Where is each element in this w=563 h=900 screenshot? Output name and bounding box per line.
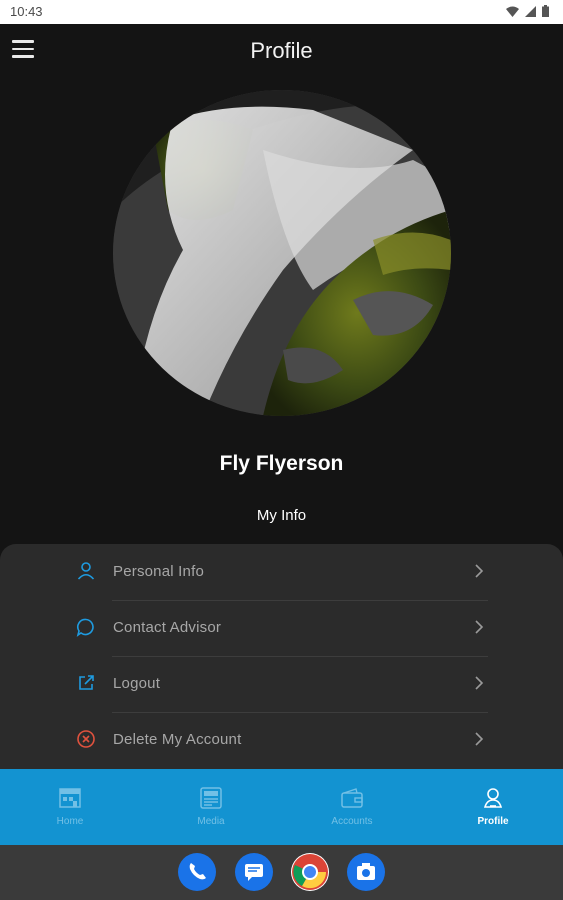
top-app-bar: Profile — [0, 24, 563, 80]
cancel-circle-icon — [77, 730, 95, 748]
menu-item-label: Logout — [113, 675, 161, 692]
home-icon — [59, 788, 81, 808]
external-link-icon — [79, 675, 94, 690]
nav-label: Accounts — [331, 816, 373, 827]
status-bar: 10:43 — [0, 0, 563, 24]
chevron-right-icon — [475, 676, 484, 690]
camera-app-icon[interactable] — [347, 853, 385, 891]
chevron-right-icon — [475, 732, 484, 746]
nav-label: Media — [197, 816, 225, 827]
menu-item-label: Contact Advisor — [113, 619, 222, 636]
chrome-app-icon[interactable] — [291, 853, 329, 891]
status-time: 10:43 — [10, 4, 43, 19]
bottom-navigation: Home Media Accounts Profile — [0, 769, 563, 845]
media-icon — [200, 787, 222, 809]
menu-item-logout[interactable]: Logout — [74, 656, 488, 712]
system-icons — [506, 5, 549, 17]
menu-item-personal-info[interactable]: Personal Info — [74, 544, 488, 600]
user-name: Fly Flyerson — [219, 452, 344, 475]
profile-avatar[interactable] — [113, 90, 451, 416]
chevron-right-icon — [475, 564, 484, 578]
menu-item-label: Personal Info — [113, 563, 204, 580]
section-label: My Info — [256, 507, 307, 524]
system-dock — [0, 845, 563, 900]
messages-app-icon[interactable] — [235, 853, 273, 891]
nav-label: Profile — [477, 816, 509, 827]
nav-profile[interactable]: Profile — [423, 769, 563, 845]
nav-accounts[interactable]: Accounts — [282, 769, 422, 845]
battery-icon — [542, 5, 549, 17]
profile-icon — [483, 788, 503, 808]
signal-icon — [525, 5, 536, 17]
menu-item-contact-advisor[interactable]: Contact Advisor — [74, 600, 488, 656]
menu-item-delete-account[interactable]: Delete My Account — [74, 712, 488, 768]
nav-label: Home — [56, 816, 84, 827]
menu-item-label: Delete My Account — [113, 731, 242, 748]
wifi-icon — [506, 6, 519, 17]
wallet-icon — [341, 788, 363, 808]
chat-bubble-icon — [76, 618, 94, 637]
page-title: Profile — [250, 38, 313, 63]
chevron-right-icon — [475, 620, 484, 634]
profile-menu-sheet: Personal Info Contact Advisor Logout Del… — [0, 544, 563, 774]
app-screen: Profile Fly Flyerson My Info Personal In… — [0, 24, 563, 845]
nav-home[interactable]: Home — [0, 769, 140, 845]
nav-media[interactable]: Media — [141, 769, 281, 845]
phone-app-icon[interactable] — [178, 853, 216, 891]
person-icon — [77, 562, 95, 580]
